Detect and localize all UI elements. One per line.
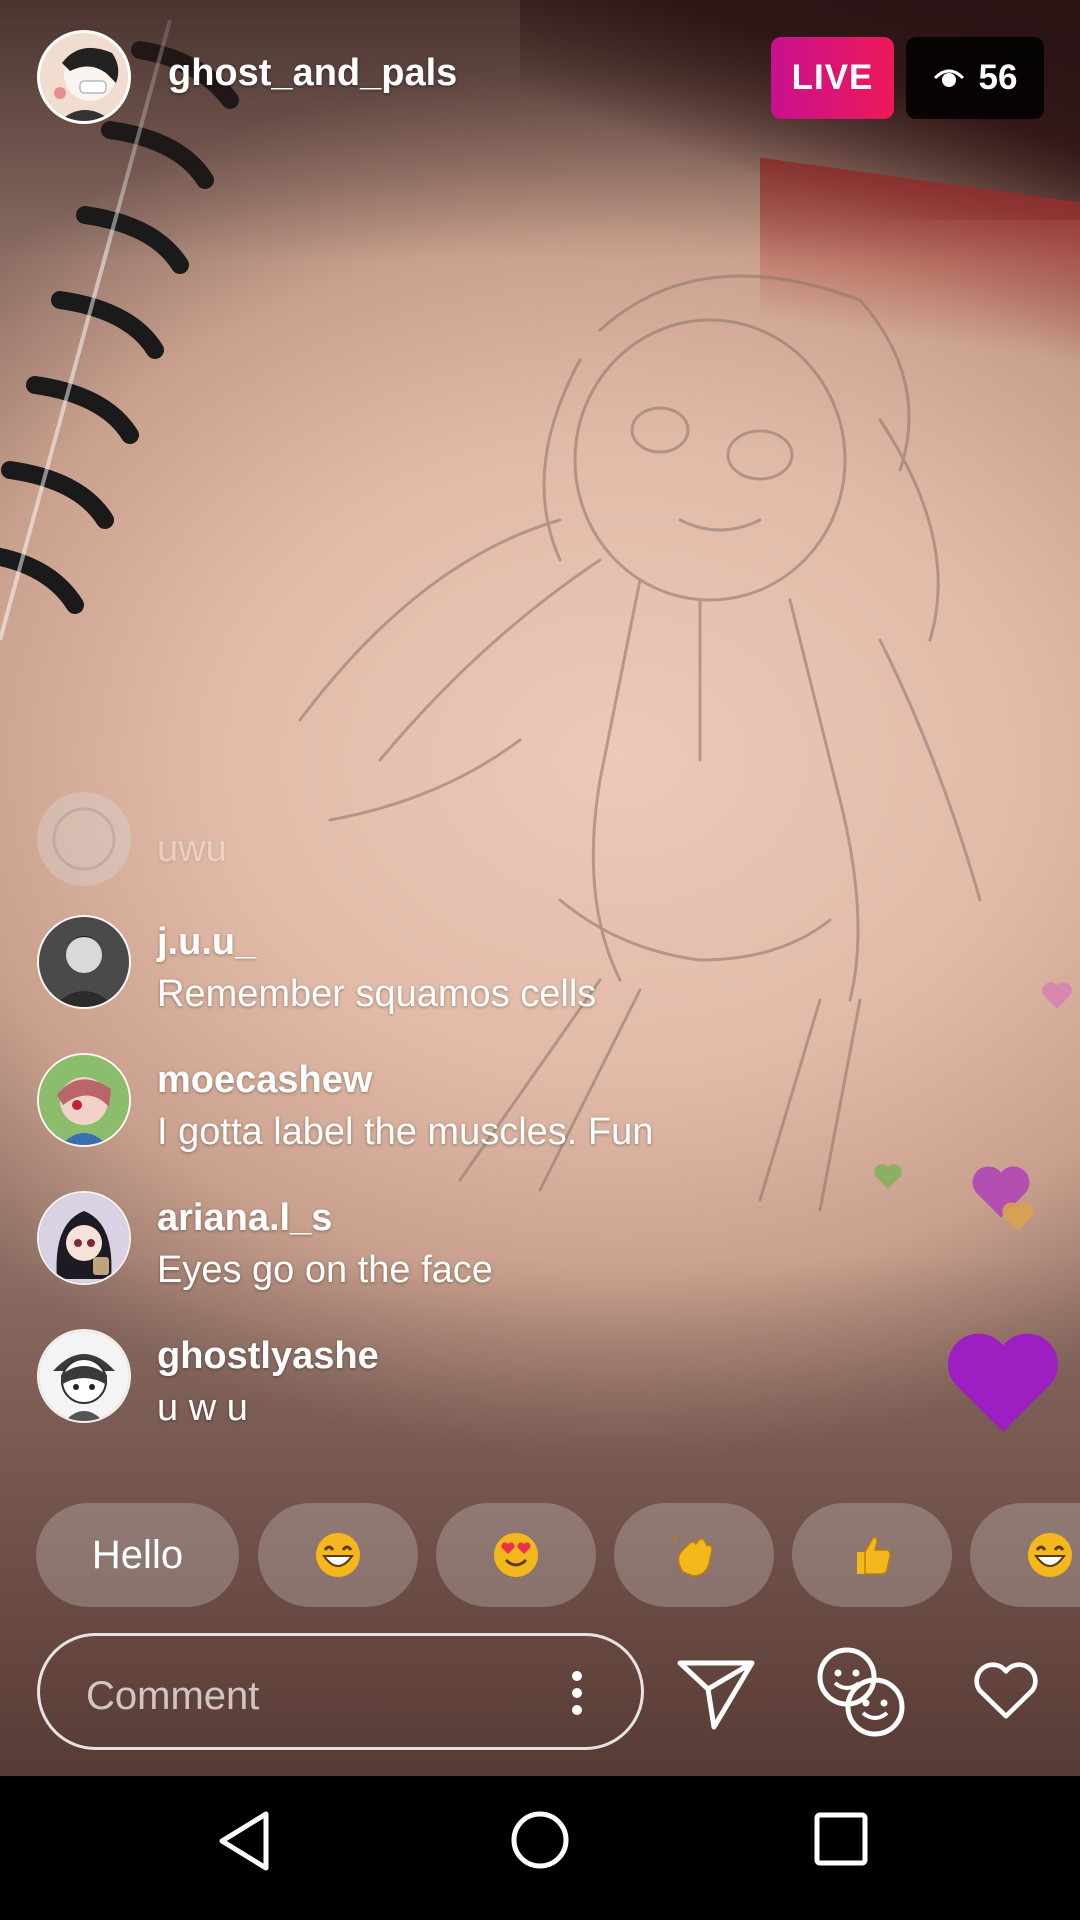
more-options-icon[interactable] — [571, 1670, 583, 1716]
grinning-face-icon — [316, 1533, 360, 1577]
quick-replies-row: Hello — [36, 1503, 1080, 1607]
comment-message: I gotta label the muscles. Fun — [157, 1111, 654, 1153]
big-heart-icon — [948, 1333, 1058, 1432]
request-to-join-icon[interactable] — [815, 1645, 907, 1739]
comment-item: uwu — [37, 792, 837, 902]
quick-reply-heart-eyes[interactable] — [436, 1503, 596, 1607]
grinning-face-icon — [1028, 1533, 1072, 1577]
viewer-count: 56 — [978, 58, 1018, 97]
floating-heart-icon — [874, 1164, 902, 1189]
commenter-avatar[interactable] — [37, 792, 131, 886]
quick-reply-hello[interactable]: Hello — [36, 1503, 239, 1607]
comment-item: ghostlyashe u w u — [37, 1329, 837, 1439]
comment-item: ariana.l_s Eyes go on the face — [37, 1191, 837, 1301]
send-direct-icon[interactable] — [676, 1655, 756, 1731]
commenter-username[interactable]: j.u.u_ — [157, 921, 256, 964]
comment-placeholder: Comment — [86, 1674, 260, 1718]
comment-item: j.u.u_ Remember squamos cells — [37, 915, 837, 1025]
comment-message: u w u — [157, 1387, 248, 1429]
quick-reply-thumbs-up[interactable] — [792, 1503, 952, 1607]
eye-icon — [933, 58, 965, 98]
comment-message: Eyes go on the face — [157, 1249, 493, 1291]
quick-reply-label: Hello — [91, 1532, 184, 1577]
host-avatar-image — [40, 33, 128, 121]
home-icon[interactable] — [510, 1810, 570, 1870]
comment-message: Remember squamos cells — [157, 973, 597, 1015]
commenter-username[interactable]: ghostlyashe — [157, 1335, 379, 1378]
host-avatar[interactable] — [37, 30, 131, 124]
comment-input[interactable]: Comment — [37, 1633, 644, 1750]
commenter-avatar[interactable] — [37, 1053, 131, 1147]
commenter-avatar[interactable] — [37, 1191, 131, 1285]
commenter-avatar[interactable] — [37, 1329, 131, 1423]
floating-heart-icon — [1002, 1202, 1034, 1231]
like-heart-icon[interactable] — [970, 1658, 1042, 1722]
waving-hand-icon — [673, 1535, 713, 1577]
floating-heart-icon — [1042, 982, 1072, 1009]
thumbs-up-icon — [857, 1536, 891, 1575]
host-username[interactable]: ghost_and_pals — [168, 52, 457, 95]
live-badge: LIVE — [771, 37, 894, 119]
back-icon[interactable] — [216, 1810, 272, 1872]
quick-reply-grinning[interactable] — [970, 1503, 1080, 1607]
comment-item: moecashew I gotta label the muscles. Fun — [37, 1053, 837, 1163]
commenter-username[interactable]: ariana.l_s — [157, 1197, 332, 1240]
quick-reply-wave[interactable] — [614, 1503, 774, 1607]
comment-message: uwu — [157, 828, 227, 870]
commenter-username[interactable]: moecashew — [157, 1059, 372, 1102]
commenter-avatar[interactable] — [37, 915, 131, 1009]
heart-eyes-face-icon — [494, 1533, 538, 1577]
system-navigation-bar — [0, 1776, 1080, 1920]
recents-icon[interactable] — [814, 1812, 868, 1866]
viewer-count-badge[interactable]: 56 — [906, 37, 1044, 119]
quick-reply-grinning[interactable] — [258, 1503, 418, 1607]
